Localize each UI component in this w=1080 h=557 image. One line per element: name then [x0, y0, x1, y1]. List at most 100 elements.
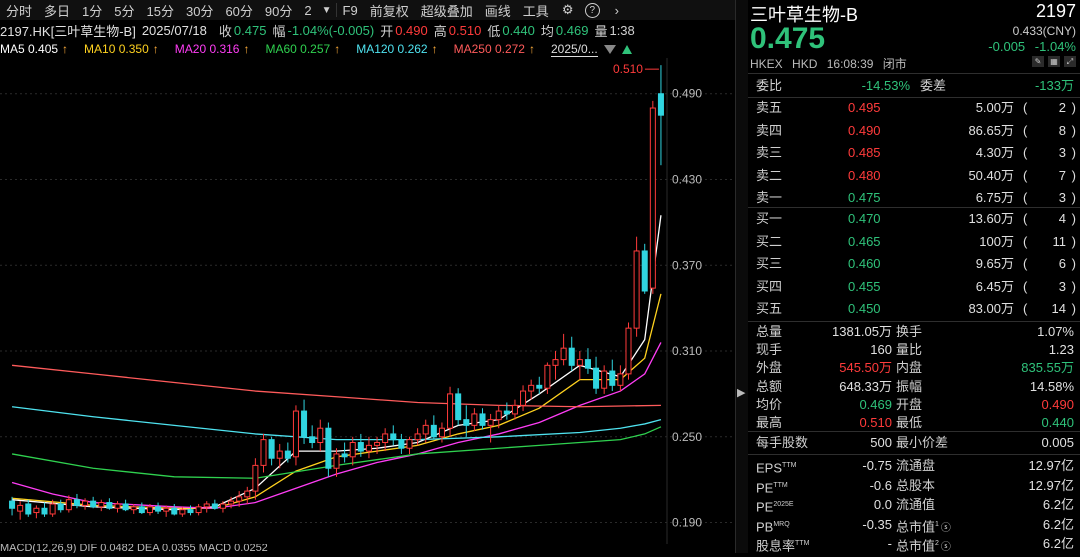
paren-open: ( — [1023, 278, 1028, 294]
period-tab[interactable]: 2 — [298, 3, 317, 18]
candle-body — [349, 442, 356, 458]
ma-legend: MA5 0.405 ↑ MA10 0.350 ↑ MA20 0.316 ↑ MA60 0.2… — [0, 40, 735, 58]
metric-label: 流通盘 — [896, 456, 935, 475]
date-selector[interactable]: 2025/0... — [550, 42, 598, 57]
toolbar-button[interactable]: 超级叠加 — [415, 1, 479, 20]
paren-open: ( — [1023, 233, 1028, 249]
toolbar-button[interactable]: 前复权 — [364, 1, 415, 20]
candle-body — [406, 439, 413, 449]
level-price: 0.475 — [848, 190, 881, 205]
metric-value: 6.2亿 — [1042, 536, 1074, 551]
level-label: 卖四 — [756, 122, 783, 138]
open-value: 0.490 — [395, 22, 428, 38]
metric-superscript: 1 — [935, 520, 939, 528]
panel-collapse-divider[interactable]: ▶ — [735, 0, 748, 553]
candle-body — [301, 410, 308, 438]
period-tab[interactable]: 60分 — [219, 1, 258, 20]
info-icon[interactable]: ⓢ — [941, 523, 951, 534]
level-count: 4 — [1058, 211, 1066, 226]
toolbar-button[interactable]: 工具 — [517, 1, 555, 20]
period-tab[interactable]: 5分 — [108, 1, 140, 20]
change-percent: -1.04% — [1034, 39, 1076, 54]
candle-info-bar: 2197.HK[三叶草生物-B] 2025/07/18 收 0.475 幅 -1… — [0, 20, 735, 40]
divider — [748, 73, 1080, 74]
ma-legend-item[interactable]: MA5 0.405 ↑ — [0, 42, 71, 56]
candle-body — [260, 439, 267, 466]
candle-body — [187, 509, 194, 514]
level-label: 卖一 — [756, 190, 783, 205]
stat-value: 160 — [870, 342, 892, 358]
info-icon[interactable]: ⓢ — [941, 542, 951, 553]
ma-legend-item[interactable]: MA20 0.316 ↑ — [175, 42, 253, 56]
stat-label: 现手 — [756, 342, 783, 358]
metric-value: 6.2亿 — [1042, 516, 1074, 532]
order-book-row: 卖二 0.480 50.40万 (7) — [748, 165, 1080, 186]
period-tab[interactable]: 1分 — [76, 1, 108, 20]
y-tick-label: 0.430 — [672, 173, 702, 187]
metric-label: 总市值2 ⓢ — [896, 534, 951, 557]
stat-value: 0.469 — [859, 396, 892, 412]
toolbar-button[interactable]: F9 — [337, 3, 364, 18]
period-tab[interactable]: 30分 — [180, 1, 219, 20]
chevron-right-icon[interactable]: › — [608, 1, 626, 19]
exchange-info: HKEX HKD 16:08:39 闭市 — [750, 55, 913, 72]
period-tab[interactable]: 分时 — [0, 1, 38, 20]
paren-open: ( — [1023, 122, 1028, 138]
order-book-row: 卖五 0.495 5.00万 (2) — [748, 97, 1080, 118]
level-label: 买一 — [756, 211, 783, 226]
up-triangle-icon[interactable] — [621, 44, 632, 54]
ma-legend-item[interactable]: MA10 0.350 ↑ — [84, 42, 162, 56]
candle-body — [633, 250, 640, 329]
level-price: 0.450 — [848, 301, 881, 316]
metric-label: EPSTTM — [756, 456, 796, 477]
level-price: 0.480 — [848, 167, 881, 183]
candle-body — [179, 509, 186, 515]
candlestick-chart[interactable]: 0.190 0.250 0.310 0.370 0.430 0.490 0.510 — [0, 58, 735, 544]
level-label: 卖二 — [756, 167, 783, 183]
paren-open: ( — [1023, 145, 1028, 160]
symbol-label: 2197.HK[三叶草生物-B] — [0, 23, 136, 39]
ma-legend-item[interactable]: MA120 0.262 ↑ — [356, 42, 440, 56]
grid-icon[interactable]: ▦ — [1048, 56, 1060, 67]
level-count: 3 — [1058, 145, 1066, 160]
paren-open: ( — [1023, 167, 1028, 183]
stat-label: 最低 — [896, 415, 923, 430]
candle-body — [211, 503, 218, 509]
ma-legend-item[interactable]: MA250 0.272 ↑ — [454, 42, 538, 56]
candle-body — [414, 433, 421, 441]
collapse-arrow-icon[interactable]: ▶ — [737, 386, 745, 399]
toolbar-button[interactable]: 画线 — [479, 1, 517, 20]
panel-icons: ✎ ▦ ⤢ — [1032, 56, 1076, 67]
period-tab[interactable]: 90分 — [259, 1, 298, 20]
level-volume: 50.40万 — [968, 167, 1014, 183]
dropdown-triangle-icon[interactable] — [603, 44, 616, 54]
edit-icon[interactable]: ✎ — [1032, 56, 1044, 67]
weicha-value: -133万 — [1034, 78, 1074, 93]
metric-name: PE — [756, 499, 774, 515]
expand-icon[interactable]: ⤢ — [1064, 56, 1076, 67]
avg-label: 均 — [540, 23, 554, 39]
paren-close: ) — [1071, 278, 1076, 294]
gear-icon[interactable]: ⚙ — [559, 1, 577, 19]
weibi-value: -14.53% — [861, 78, 910, 93]
candle-body — [49, 503, 56, 515]
y-tick-label: 0.250 — [672, 430, 702, 444]
ma-legend-item[interactable]: MA60 0.257 ↑ — [265, 42, 343, 56]
high-annotation-label: 0.510 — [613, 62, 643, 76]
period-dropdown-icon[interactable]: ▼ — [318, 5, 336, 16]
fundamental-row: PBMRQ -0.35 总市值1 ⓢ 6.2亿 — [748, 515, 1080, 534]
candle-body — [617, 373, 624, 386]
help-icon[interactable]: ? — [584, 2, 600, 18]
candle-body — [641, 250, 648, 292]
ma-trend-arrow-icon: ↑ — [62, 42, 69, 56]
ma-label: MA5 0.405 — [0, 42, 59, 56]
weicha-label: 委差 — [920, 78, 947, 93]
open-label: 开 — [380, 23, 394, 39]
metric-name: EPS — [756, 460, 783, 476]
candle-body — [73, 499, 80, 506]
period-tab[interactable]: 多日 — [38, 1, 76, 20]
candle-body — [9, 500, 16, 509]
candle-body — [106, 502, 113, 509]
candle-body — [163, 507, 170, 512]
period-tab[interactable]: 15分 — [141, 1, 180, 20]
